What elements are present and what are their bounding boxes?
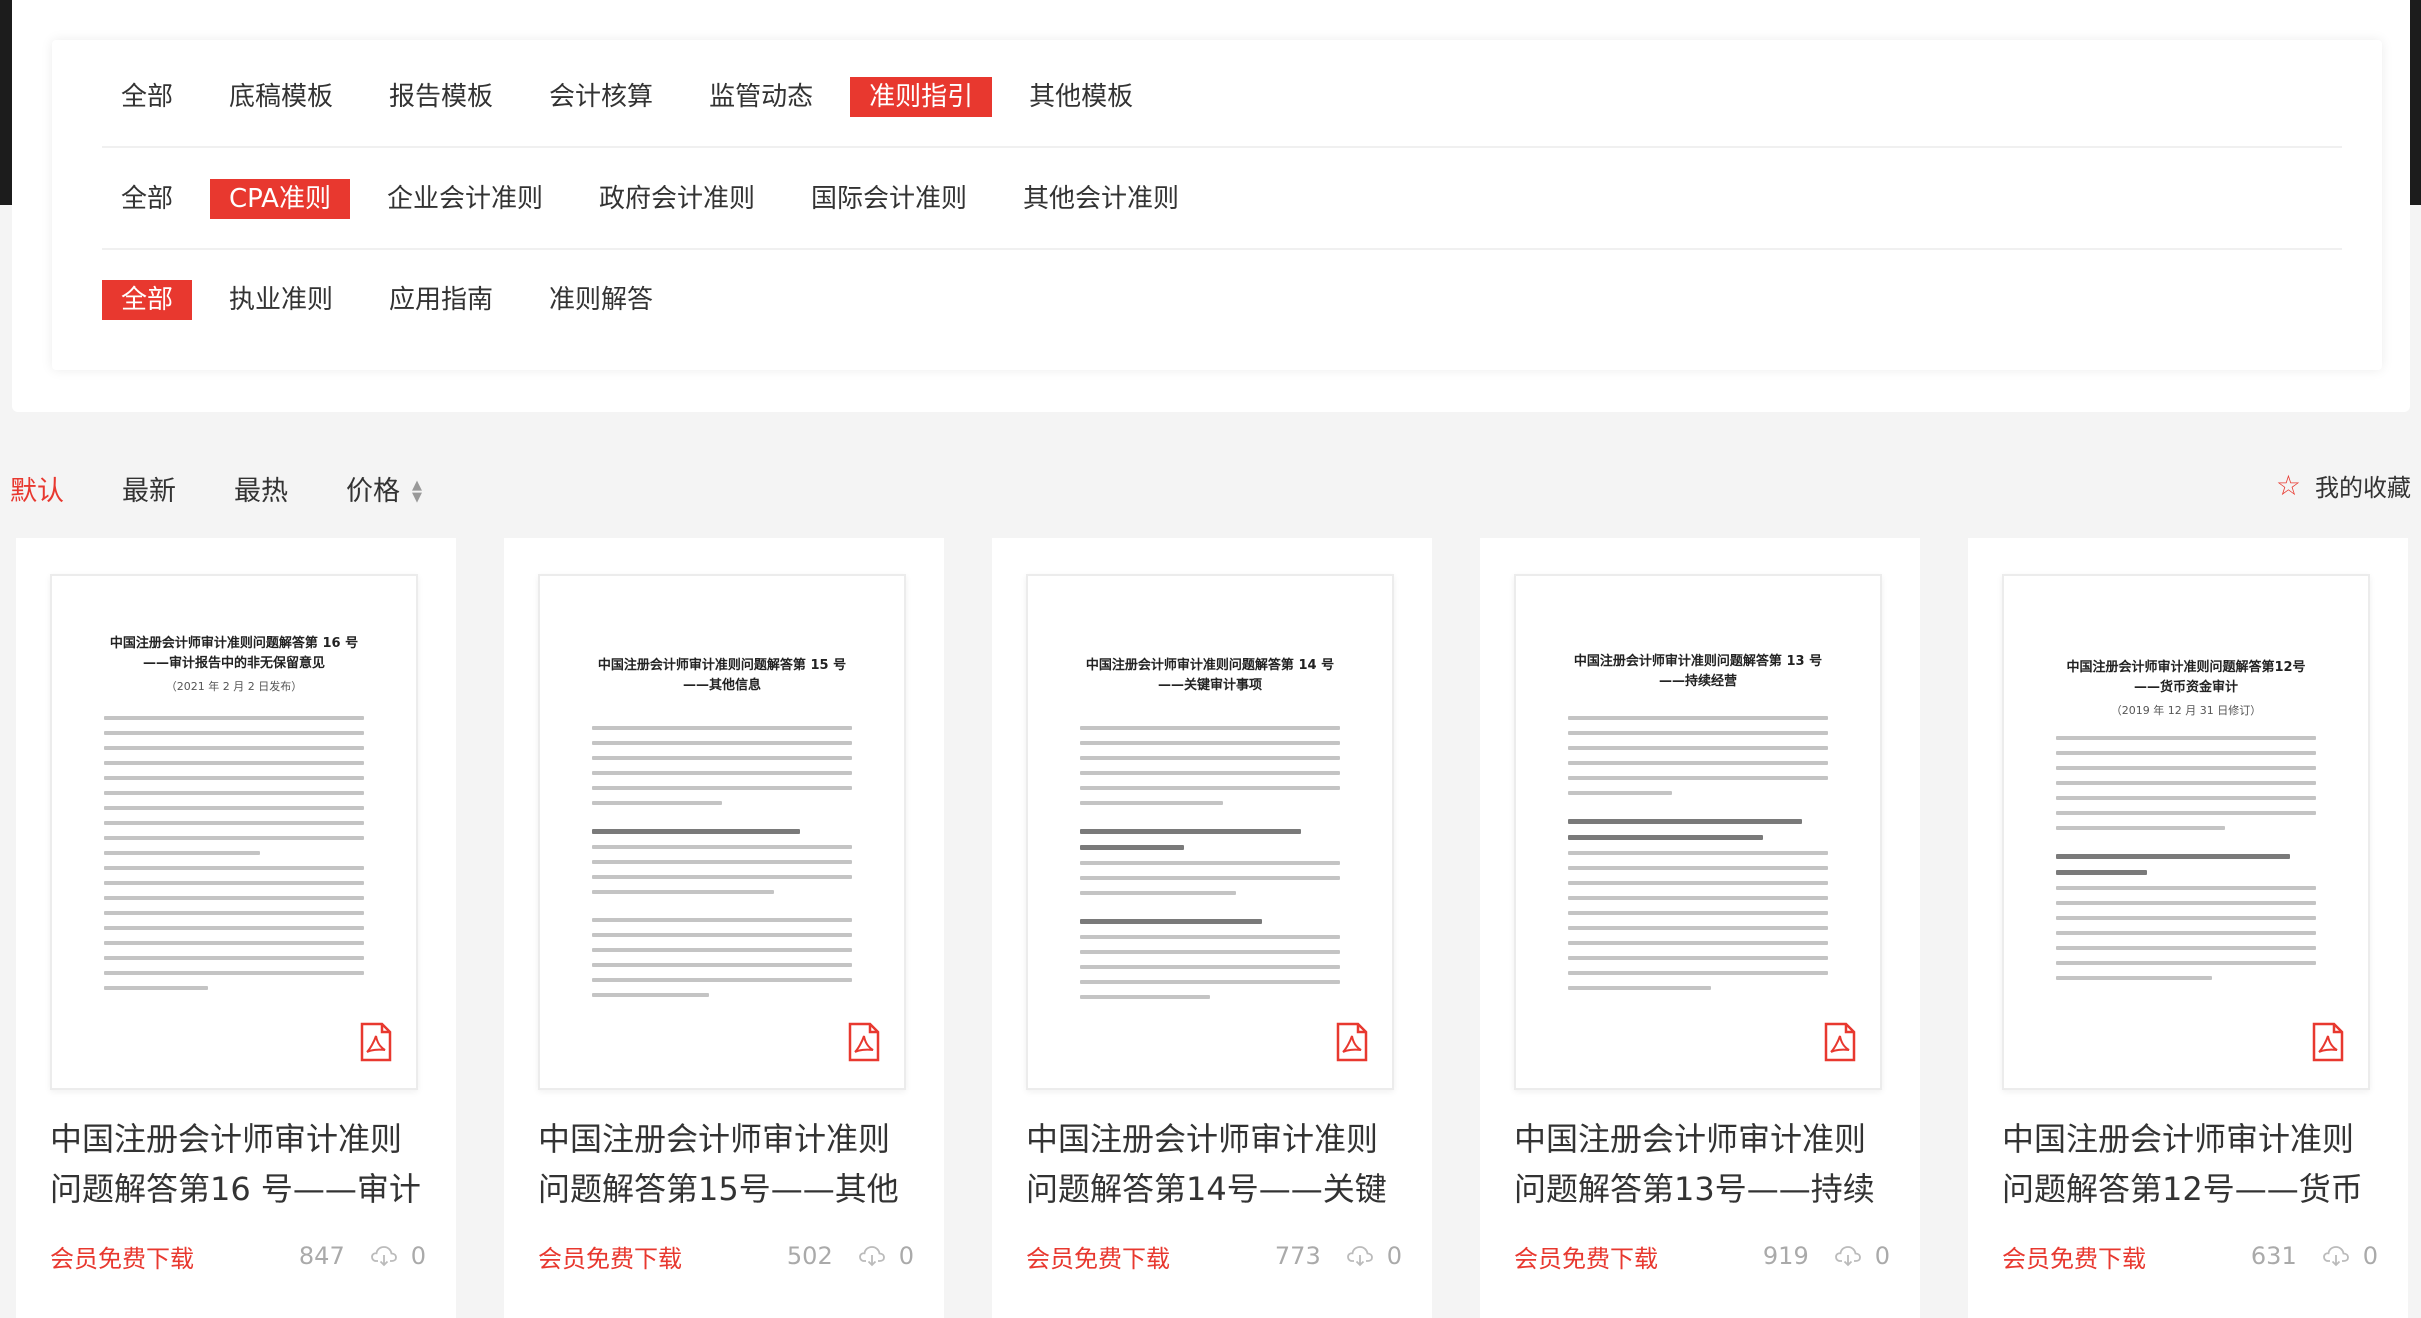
- filter-standard-enterprise[interactable]: 企业会计准则: [368, 179, 562, 219]
- document-thumbnail[interactable]: 中国注册会计师审计准则问题解答第 13 号 ——持续经营: [1514, 574, 1882, 1090]
- sort-bar: 默认 最新 最热 价格 ▲ ▼ ☆ 我的收藏: [0, 460, 2421, 516]
- thumb-title-line2: ——关键审计事项: [1157, 678, 1262, 693]
- sort-price-label: 价格: [346, 475, 400, 507]
- document-title[interactable]: 中国注册会计师审计准则问题解答第16 号——审计报告中的非无保留意见: [50, 1114, 426, 1222]
- document-meta: 会员免费下载 502 0: [538, 1236, 914, 1276]
- pdf-file-icon: [848, 1022, 880, 1062]
- thumb-title-line1: 中国注册会计师审计准则问题解答第 15 号: [597, 658, 847, 673]
- download-count: 0: [410, 1242, 426, 1270]
- document-title[interactable]: 中国注册会计师审计准则问题解答第12号——货币资金审计: [2002, 1114, 2378, 1222]
- document-card[interactable]: 中国注册会计师审计准则问题解答第12号 ——货币资金审计 （2019 年 12 …: [1968, 538, 2408, 1318]
- sort-newest[interactable]: 最新: [122, 469, 176, 508]
- document-thumbnail[interactable]: 中国注册会计师审计准则问题解答第12号 ——货币资金审计 （2019 年 12 …: [2002, 574, 2370, 1090]
- my-favorites-label: 我的收藏: [2315, 474, 2411, 502]
- thumb-subtitle: （2019 年 12 月 31 日修订）: [2110, 704, 2262, 717]
- document-meta: 会员免费下载 773 0: [1026, 1236, 1402, 1276]
- filter-box: 全部 底稿模板 报告模板 会计核算 监管动态 准则指引 其他模板 全部 CPA准…: [52, 40, 2382, 370]
- view-count: 919: [1762, 1242, 1809, 1270]
- filter-standard-other[interactable]: 其他会计准则: [1004, 179, 1198, 219]
- thumb-title-line2: ——其他信息: [682, 678, 761, 693]
- pdf-file-icon: [1336, 1022, 1368, 1062]
- thumb-title-line2: ——持续经营: [1658, 674, 1737, 689]
- filter-subtype-practice[interactable]: 执业准则: [210, 280, 352, 320]
- filter-subtype-application-guide[interactable]: 应用指南: [370, 280, 512, 320]
- thumb-text-lines: [1080, 726, 1340, 1010]
- member-free-badge[interactable]: 会员免费下载: [2002, 1239, 2251, 1274]
- sort-price[interactable]: 价格 ▲ ▼: [346, 469, 422, 508]
- download-count: 0: [1386, 1242, 1402, 1270]
- my-favorites-link[interactable]: ☆ 我的收藏: [2276, 468, 2411, 503]
- download-count: 0: [1874, 1242, 1890, 1270]
- sort-default[interactable]: 默认: [10, 469, 64, 508]
- filter-category-standards-guide[interactable]: 准则指引: [850, 77, 993, 117]
- filter-row-standard-type: 全部 CPA准则 企业会计准则 政府会计准则 国际会计准则 其他会计准则: [102, 150, 2342, 250]
- filter-standard-government[interactable]: 政府会计准则: [580, 179, 774, 219]
- filter-category-all[interactable]: 全部: [102, 77, 192, 117]
- member-free-badge[interactable]: 会员免费下载: [538, 1239, 787, 1274]
- thumb-text-lines: [1568, 716, 1828, 1001]
- document-card[interactable]: 中国注册会计师审计准则问题解答第 13 号 ——持续经营 中国注册会计师审计准则…: [1480, 538, 1920, 1318]
- thumb-text-lines: [104, 716, 364, 1001]
- document-card[interactable]: 中国注册会计师审计准则问题解答第 14 号 ——关键审计事项 中国注册会计师审计…: [992, 538, 1432, 1318]
- filter-category-other-template[interactable]: 其他模板: [1010, 77, 1152, 117]
- document-meta: 会员免费下载 919 0: [1514, 1236, 1890, 1276]
- sort-hottest[interactable]: 最热: [234, 469, 288, 508]
- document-meta: 会员免费下载 631 0: [2002, 1236, 2378, 1276]
- pdf-file-icon: [2312, 1022, 2344, 1062]
- cloud-download-icon: [858, 1246, 885, 1267]
- filter-panel: 全部 底稿模板 报告模板 会计核算 监管动态 准则指引 其他模板 全部 CPA准…: [12, 0, 2410, 412]
- cloud-download-icon: [1346, 1246, 1373, 1267]
- document-meta: 会员免费下载 847 0: [50, 1236, 426, 1276]
- document-card[interactable]: 中国注册会计师审计准则问题解答第 16 号 ——审计报告中的非无保留意见 （20…: [16, 538, 456, 1318]
- filter-subtype-all[interactable]: 全部: [102, 280, 193, 320]
- document-title[interactable]: 中国注册会计师审计准则问题解答第14号——关键审计事项: [1026, 1114, 1402, 1222]
- member-free-badge[interactable]: 会员免费下载: [1514, 1239, 1763, 1274]
- download-count: 0: [898, 1242, 914, 1270]
- cloud-download-icon: [1834, 1246, 1861, 1267]
- thumb-text-lines: [2056, 736, 2316, 991]
- thumb-title-line2: ——审计报告中的非无保留意见: [142, 656, 325, 671]
- view-count: 502: [786, 1242, 833, 1270]
- document-title[interactable]: 中国注册会计师审计准则问题解答第13号——持续经营: [1514, 1114, 1890, 1222]
- document-thumbnail[interactable]: 中国注册会计师审计准则问题解答第 16 号 ——审计报告中的非无保留意见 （20…: [50, 574, 418, 1090]
- filter-row-subtype: 全部 执业准则 应用指南 准则解答: [102, 250, 2342, 350]
- thumb-text-lines: [592, 726, 852, 1008]
- cloud-download-icon: [370, 1246, 397, 1267]
- filter-subtype-qa[interactable]: 准则解答: [530, 280, 672, 320]
- filter-category-accounting[interactable]: 会计核算: [530, 77, 672, 117]
- thumb-title-line2: ——货币资金审计: [2133, 680, 2238, 695]
- thumb-title-line1: 中国注册会计师审计准则问题解答第 14 号: [1085, 658, 1335, 673]
- document-title[interactable]: 中国注册会计师审计准则问题解答第15号——其他信息: [538, 1114, 914, 1222]
- view-count: 631: [2250, 1242, 2297, 1270]
- pdf-file-icon: [360, 1022, 392, 1062]
- download-count: 0: [2362, 1242, 2378, 1270]
- filter-row-category: 全部 底稿模板 报告模板 会计核算 监管动态 准则指引 其他模板: [102, 48, 2342, 148]
- view-count: 773: [1274, 1242, 1321, 1270]
- member-free-badge[interactable]: 会员免费下载: [1026, 1239, 1275, 1274]
- filter-category-workpaper-template[interactable]: 底稿模板: [210, 77, 352, 117]
- thumb-title-line1: 中国注册会计师审计准则问题解答第 13 号: [1573, 654, 1823, 669]
- cloud-download-icon: [2322, 1246, 2349, 1267]
- thumb-title-line1: 中国注册会计师审计准则问题解答第 16 号: [109, 636, 359, 651]
- filter-standard-cpa[interactable]: CPA准则: [210, 179, 350, 219]
- thumb-subtitle: （2021 年 2 月 2 日发布）: [165, 680, 303, 693]
- document-thumbnail[interactable]: 中国注册会计师审计准则问题解答第 15 号 ——其他信息: [538, 574, 906, 1090]
- filter-category-regulatory[interactable]: 监管动态: [690, 77, 832, 117]
- filter-standard-all[interactable]: 全部: [102, 179, 192, 219]
- view-count: 847: [298, 1242, 345, 1270]
- sort-arrows-icon: ▲ ▼: [412, 478, 422, 505]
- filter-standard-international[interactable]: 国际会计准则: [792, 179, 986, 219]
- member-free-badge[interactable]: 会员免费下载: [50, 1239, 299, 1274]
- thumb-title-line1: 中国注册会计师审计准则问题解答第12号: [2066, 660, 2306, 675]
- document-thumbnail[interactable]: 中国注册会计师审计准则问题解答第 14 号 ——关键审计事项: [1026, 574, 1394, 1090]
- document-card[interactable]: 中国注册会计师审计准则问题解答第 15 号 ——其他信息 中国注册会计师审计准则…: [504, 538, 944, 1318]
- pdf-file-icon: [1824, 1022, 1856, 1062]
- filter-category-report-template[interactable]: 报告模板: [370, 77, 512, 117]
- star-outline-icon: ☆: [2275, 469, 2301, 502]
